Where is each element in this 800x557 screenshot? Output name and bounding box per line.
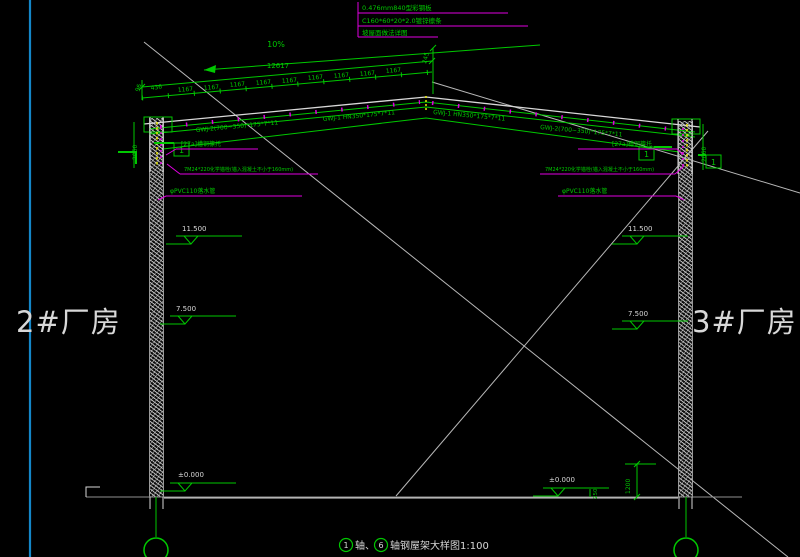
title-axis-b: 6 [378, 541, 383, 550]
callout-purlin-bracket-left: [27a]槽钢檩托 [181, 140, 221, 148]
dim-1200: 1200 [625, 479, 632, 494]
dim-1167: 1167 [282, 77, 298, 85]
building-label-right: 3#厂房 [692, 305, 797, 339]
dim-1167: 1167 [230, 81, 246, 89]
dim-1167: 1167 [178, 86, 194, 94]
dim-total: 12617 [267, 62, 289, 70]
drawing-linework: 10% 12617 96 436 1167 1167 1167 1167 116… [0, 0, 800, 557]
right-callouts: [27a]槽钢檩托 7M24*220化学锚栓(锚入混凝土不小于160mm) φP… [540, 140, 684, 200]
dim-1167: 1167 [360, 70, 376, 78]
building-labels: 2#厂房 3#厂房 [16, 305, 797, 339]
callout-downpipe-left: φPVC110落水管 [170, 187, 215, 195]
elevation-0000-right: ±0.000 [549, 476, 575, 484]
dim-436: 436 [150, 83, 162, 92]
dim-1167: 1167 [334, 72, 350, 80]
left-callouts: [27a]槽钢檩托 7M24*220化学锚栓(锚入混凝土不小于160mm) φP… [158, 140, 318, 200]
callout-anchor-right: 7M24*220化学锚栓(锚入混凝土不小于160mm) [545, 166, 654, 173]
base-dimensions: 1200 250 [590, 461, 656, 500]
elevation-0000-left: ±0.000 [178, 471, 204, 479]
elevation-7500-left: 7.500 [176, 305, 196, 313]
elevation-11500-left: 11.500 [182, 225, 207, 233]
top-notes: 0.476mm840型彩钢板 C160*60*20*2.0镀锌檩条 坡屋面做法详… [358, 2, 528, 37]
dim-1167: 1167 [256, 79, 272, 87]
beam-gwj2-left: GWJ-2(700~350)*175*7*11 [196, 119, 279, 134]
dim-1167: 1167 [308, 74, 324, 82]
left-gutter-detail [134, 117, 172, 172]
elevation-7500-right: 7.500 [628, 310, 648, 318]
drawing-title: 1 轴、 6 轴钢屋架大样图1:100 [340, 539, 489, 553]
dim-250: 250 [593, 488, 599, 499]
callout-anchor-left: 7M24*220化学锚栓(锚入混凝土不小于160mm) [184, 166, 293, 173]
title-text: 轴钢屋架大样图1:100 [390, 539, 489, 552]
title-axis-a: 1 [343, 541, 348, 550]
dim-1167: 1167 [386, 67, 402, 75]
callout-purlin-bracket-right: [27a]槽钢檩托 [612, 140, 652, 148]
dim-1167: 1167 [204, 84, 220, 92]
building-label-left: 2#厂房 [16, 305, 121, 339]
note-ridge: 坡屋面做法详图 [362, 28, 408, 37]
note-roof-panel: 0.476mm840型彩钢板 [362, 3, 432, 12]
slope-label: 10% [267, 40, 285, 49]
elevation-11500-right: 11.500 [628, 225, 653, 233]
title-separator: 轴、 [355, 539, 375, 552]
note-purlin: C160*60*20*2.0镀锌檩条 [362, 16, 442, 25]
section-mark-1: 1 [644, 150, 649, 159]
cad-drawing-viewport: 10% 12617 96 436 1167 1167 1167 1167 116… [0, 0, 800, 557]
section-mark-1: 1 [711, 158, 716, 167]
beam-gwj2-right: GWJ-2(700~350)*175*7*11 [540, 124, 623, 139]
callout-downpipe-right: φPVC110落水管 [562, 187, 607, 195]
